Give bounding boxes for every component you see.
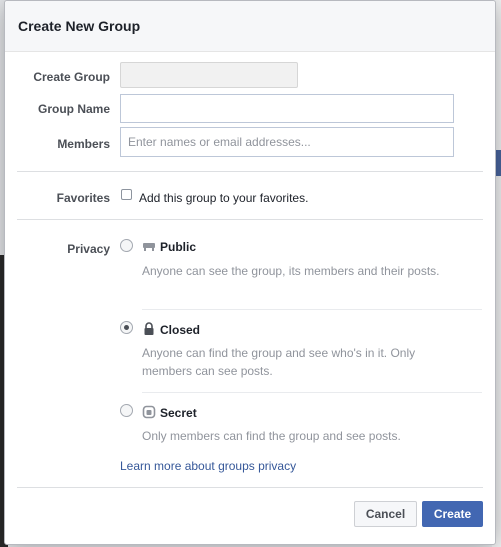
divider [17, 171, 483, 172]
create-group-dialog: Create New Group Create Group Group Name… [4, 0, 496, 545]
privacy-option-description: Only members can find the group and see … [142, 429, 401, 443]
group-name-label: Group Name [37, 102, 110, 116]
privacy-radio-public[interactable] [120, 239, 133, 252]
favorites-checkbox[interactable] [121, 189, 132, 200]
privacy-option-description: Anyone can see the group, its members an… [142, 264, 440, 278]
divider [17, 219, 483, 220]
group-name-input[interactable] [120, 94, 454, 123]
members-label: Members [57, 137, 110, 151]
privacy-option-description: Anyone can find the group and see who's … [142, 346, 416, 378]
option-divider [142, 392, 482, 393]
privacy-label: Privacy [67, 242, 110, 256]
privacy-radio-secret[interactable] [120, 404, 133, 417]
create-button[interactable]: Create [422, 501, 483, 527]
cancel-button[interactable]: Cancel [354, 501, 417, 527]
privacy-option-title: Public [160, 240, 197, 254]
create-group-field [120, 62, 298, 88]
privacy-option-title: Secret [160, 406, 197, 420]
privacy-option-title: Closed [160, 323, 201, 337]
members-input[interactable] [120, 127, 454, 157]
favorites-text: Add this group to your favorites. [139, 191, 309, 205]
learn-more-privacy-link[interactable]: Learn more about groups privacy [120, 459, 296, 473]
dialog-title: Create New Group [18, 18, 141, 34]
lock-icon [144, 322, 154, 335]
globe-icon [143, 243, 155, 251]
option-divider [142, 309, 482, 310]
shield-icon [142, 405, 156, 419]
dialog-header: Create New Group [5, 1, 495, 52]
divider [17, 487, 483, 488]
privacy-radio-closed[interactable] [120, 321, 133, 334]
create-group-label: Create Group [33, 70, 110, 84]
favorites-label: Favorites [56, 191, 110, 205]
